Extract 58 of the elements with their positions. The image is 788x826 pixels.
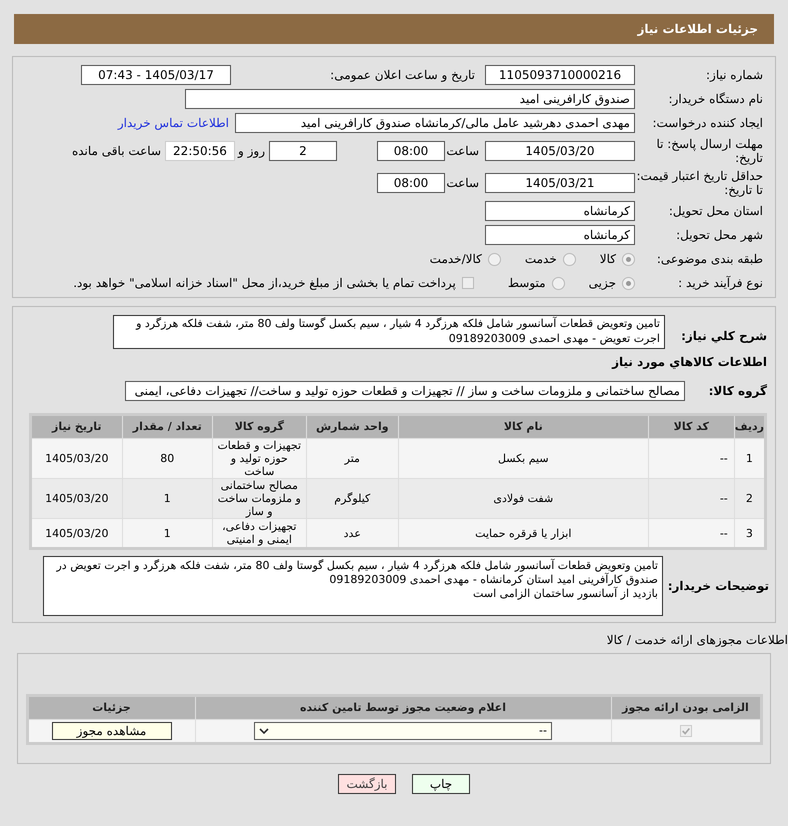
text-field[interactable]: مصالح ساختمانی و ملزومات ساخت و ساز // تجهیزات و قطعات حوزه تولید و ساخت// تجهیزات دفاعی، ایمنی	[125, 381, 685, 401]
column-header: نام کالا	[398, 414, 648, 438]
column-header: جزئیات	[27, 696, 195, 720]
field-label: ساعت	[445, 175, 479, 192]
field-label: ساعت	[445, 143, 479, 160]
field-label: شرح کلي نياز:	[680, 328, 768, 345]
back-button[interactable]: بازگشت	[338, 774, 396, 794]
text-field[interactable]: کرمانشاه	[485, 201, 635, 221]
column-header: گروه کالا	[212, 414, 306, 438]
radio-option[interactable]: کالا	[600, 250, 635, 268]
description-textarea[interactable]: تامین وتعویض قطعات آسانسور شامل فلکه هرزگرد 4 شیار ، سیم بکسل گوستا ولف 80 متر، شفت فلکه هرزگرد و اجرت تعویض - مهدی احمدی 09189203009	[113, 315, 665, 349]
column-header: تعداد / مقدار	[122, 414, 212, 438]
treasury-checkbox[interactable]: پرداخت تمام یا بخشی از مبلغ خرید،از محل "اسناد خزانه اسلامی" خواهد بود.	[73, 274, 474, 292]
field-label: شهر محل تحویل:	[675, 227, 764, 244]
column-header: الزامی بودن ارائه مجوز	[611, 696, 761, 720]
column-header: ردیف	[734, 414, 766, 438]
text-field[interactable]: 08:00	[377, 141, 445, 161]
chevron-down-icon	[259, 728, 269, 734]
page-header: جزئیات اطلاعات نیاز	[14, 14, 774, 44]
view-license-button[interactable]: مشاهده مجوز	[52, 722, 172, 740]
radio-option[interactable]: جزیی	[588, 274, 635, 292]
buyer-contact-link[interactable]: اطلاعات تماس خریدار	[118, 114, 229, 132]
field-label: گروه کالا:	[708, 383, 768, 400]
field-label: مهلت ارسال پاسخ: تا تاریخ:	[655, 137, 764, 165]
field-label: توضیحات خریدار:	[666, 578, 770, 595]
text-field[interactable]: 1405/03/21	[485, 173, 635, 193]
column-header: واحد شمارش	[306, 414, 398, 438]
field-label: روز و	[236, 143, 265, 160]
field-label: نوع فرآیند خرید :	[677, 275, 764, 292]
buyer-notes-textarea[interactable]: تامین وتعویض قطعات آسانسور شامل فلکه هرزگرد 4 شیار ، سیم بکسل گوستا ولف 80 متر، شفت فلکه هرزگرد و اجرت تعویض در صندوق کارآفرینی امید استان کرمانشاه - مهدی احمدی 09189203009 بازدید از آسانسور ساختمان الزامی است	[43, 556, 663, 616]
required-checkbox[interactable]	[680, 725, 692, 737]
radio-option[interactable]: کالا/خدمت	[430, 250, 501, 268]
column-header: تاریخ نیاز	[30, 414, 122, 438]
text-field[interactable]: 1405/03/20	[485, 141, 635, 161]
column-header: اعلام وضعیت مجوز توسط تامین کننده	[195, 696, 611, 720]
text-field[interactable]: 1405/03/17 - 07:43	[81, 65, 231, 85]
field-label: حداقل تاریخ اعتبار قیمت: تا تاریخ:	[635, 169, 764, 197]
print-button[interactable]: چاپ	[412, 774, 470, 794]
field-label: طبقه بندی موضوعی:	[656, 251, 764, 268]
section-heading: اطلاعات كالاهاي مورد نياز	[612, 354, 768, 371]
field-label: ایجاد کننده درخواست:	[651, 115, 764, 132]
text-field[interactable]: صندوق کارافرینی امید	[185, 89, 635, 109]
text-field[interactable]: 22:50:56	[165, 141, 235, 161]
field-label: نام دستگاه خریدار:	[668, 91, 764, 108]
field-label: تاریخ و ساعت اعلان عمومی:	[329, 67, 476, 84]
text-field[interactable]: مهدی احمدی دهرشید عامل مالی/کرمانشاه صندوق کارافرینی امید	[235, 113, 635, 133]
field-label: شماره نیاز:	[705, 67, 764, 84]
section-heading: اطلاعات مجوزهای ارائه خدمت / کالا	[606, 632, 788, 649]
field-label: استان محل تحویل:	[668, 203, 764, 220]
field-label: ساعت باقی مانده	[72, 143, 161, 160]
text-field[interactable]: 1105093710000216	[485, 65, 635, 85]
text-field[interactable]: 2	[269, 141, 337, 161]
radio-option[interactable]: خدمت	[524, 250, 576, 268]
text-field[interactable]: 08:00	[377, 173, 445, 193]
column-header: کد کالا	[648, 414, 734, 438]
text-field[interactable]: کرمانشاه	[485, 225, 635, 245]
radio-option[interactable]: متوسط	[508, 274, 565, 292]
status-dropdown[interactable]: --	[254, 722, 552, 740]
